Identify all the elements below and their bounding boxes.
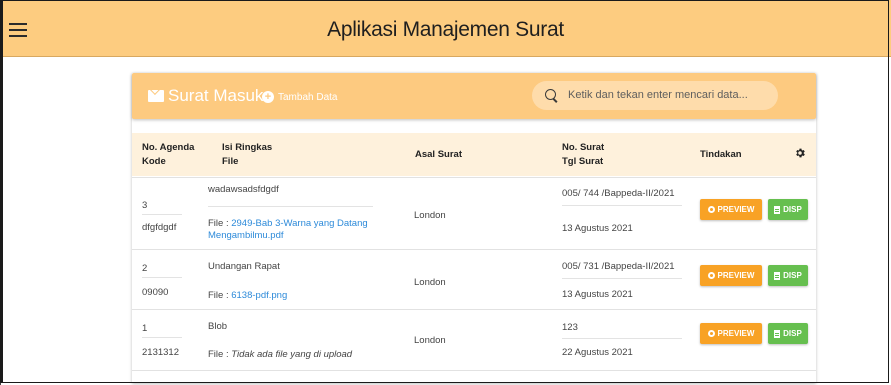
- divider: [562, 278, 682, 279]
- file-link[interactable]: 2949-Bab 3-Warna yang Datang: [231, 218, 367, 229]
- eye-icon: [707, 206, 715, 213]
- panel-header: Surat Masuk + Tambah Data: [132, 73, 816, 119]
- file-info: File : Tidak ada file yang di upload: [208, 349, 353, 360]
- file-icon: [774, 329, 781, 338]
- envelope-icon: [148, 90, 164, 102]
- disp-button[interactable]: DISP: [768, 265, 808, 286]
- tanggal-surat: 22 Agustus 2021: [562, 347, 633, 358]
- eye-icon: [707, 330, 715, 337]
- nomor-surat: 005/ 731 /Bappeda-II/2021: [562, 261, 675, 272]
- panel-title: Surat Masuk: [168, 86, 264, 105]
- file-icon: [774, 271, 781, 280]
- app-header: Aplikasi Manajemen Surat: [0, 0, 891, 57]
- plus-icon: +: [262, 91, 274, 103]
- divider: [562, 338, 682, 339]
- no-file-note: Tidak ada file yang di upload: [231, 349, 353, 360]
- agenda-number: 3: [142, 200, 148, 211]
- table-header: No. Agenda Kode Isi Ringkas File Asal Su…: [132, 133, 816, 176]
- col-asal: Asal Surat: [415, 149, 462, 160]
- preview-button[interactable]: PREVIEW: [700, 265, 762, 286]
- asal-surat: London: [414, 277, 446, 288]
- file-icon: [774, 205, 781, 214]
- file-link-cont[interactable]: Mengambilmu.pdf: [208, 230, 284, 241]
- agenda-number: 2: [142, 263, 148, 274]
- disp-button[interactable]: DISP: [768, 199, 808, 220]
- disp-button[interactable]: DISP: [768, 323, 808, 344]
- file-info: File : 2949-Bab 3-Warna yang Datang Meng…: [208, 218, 368, 241]
- isi-ringkas: wadawsadsfdgdf: [208, 184, 279, 195]
- nomor-surat: 123: [562, 322, 578, 333]
- isi-ringkas: Undangan Rapat: [208, 261, 280, 272]
- divider: [142, 277, 182, 278]
- kode-value: dfgfdgdf: [142, 222, 177, 233]
- divider: [142, 214, 182, 215]
- nomor-surat: 005/ 744 /Bappeda-II/2021: [562, 188, 675, 199]
- file-info: File : 6138-pdf.png: [208, 290, 288, 301]
- divider: [142, 337, 182, 338]
- tanggal-surat: 13 Agustus 2021: [562, 289, 633, 300]
- preview-button[interactable]: PREVIEW: [700, 199, 762, 220]
- col-isi-file: Isi Ringkas File: [222, 142, 273, 167]
- table-row: 3 dfgfdgdf wadawsadsfdgdf File : 2949-Ba…: [132, 177, 816, 250]
- search-icon[interactable]: [545, 89, 556, 100]
- sidebar-edge: [0, 57, 1, 385]
- divider: [562, 205, 682, 206]
- kode-value: 09090: [142, 287, 169, 298]
- asal-surat: London: [414, 210, 446, 221]
- add-data-label: Tambah Data: [278, 91, 338, 103]
- add-data-button[interactable]: + Tambah Data: [262, 90, 337, 104]
- search-input[interactable]: [568, 87, 768, 103]
- eye-icon: [707, 272, 715, 279]
- col-nosurat-tgl: No. Surat Tgl Surat: [562, 142, 605, 167]
- tanggal-surat: 13 Agustus 2021: [562, 223, 633, 234]
- col-agenda-kode: No. Agenda Kode: [142, 142, 195, 167]
- search-box: [532, 81, 778, 110]
- isi-ringkas: Blob: [208, 321, 228, 332]
- agenda-number: 1: [142, 323, 148, 334]
- gear-icon[interactable]: [794, 147, 806, 159]
- preview-button[interactable]: PREVIEW: [700, 323, 762, 344]
- table-row: 1 2131312 Blob File : Tidak ada file yan…: [132, 309, 816, 371]
- table-row: 2 09090 Undangan Rapat File : 6138-pdf.p…: [132, 249, 816, 310]
- col-tindakan: Tindakan: [700, 149, 742, 160]
- file-link[interactable]: 6138-pdf.png: [231, 290, 287, 301]
- divider: [208, 206, 373, 207]
- app-title: Aplikasi Manajemen Surat: [327, 18, 564, 41]
- kode-value: 2131312: [142, 347, 179, 358]
- asal-surat: London: [414, 335, 446, 346]
